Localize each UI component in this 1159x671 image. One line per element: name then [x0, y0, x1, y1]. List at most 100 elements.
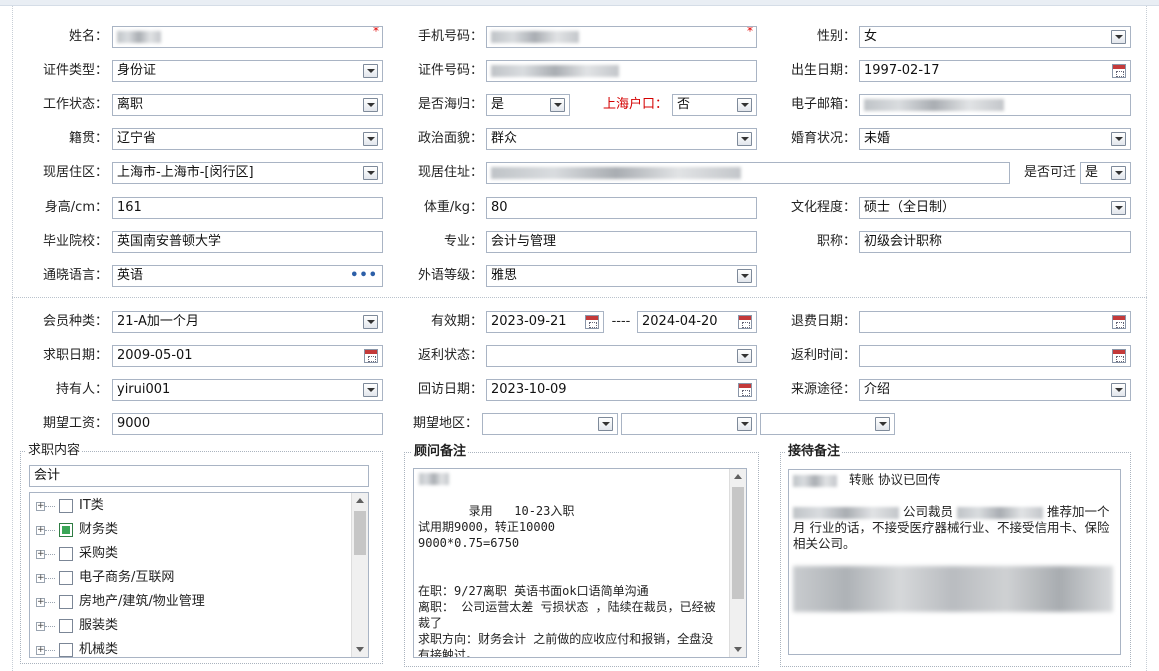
- overseas-select[interactable]: 是: [486, 94, 570, 116]
- chevron-down-icon[interactable]: [363, 166, 378, 180]
- expand-icon[interactable]: +: [36, 550, 45, 559]
- refund-date-field[interactable]: [859, 311, 1131, 333]
- expand-icon[interactable]: +: [36, 574, 45, 583]
- calendar-icon[interactable]: [1112, 64, 1126, 78]
- gender-select[interactable]: 女: [859, 26, 1131, 48]
- chevron-down-icon[interactable]: [737, 269, 752, 283]
- lang-field[interactable]: 英语 •••: [112, 265, 383, 287]
- political-select[interactable]: 群众: [486, 128, 757, 150]
- scroll-up-icon[interactable]: [734, 474, 742, 479]
- langlevel-select[interactable]: 雅思: [486, 265, 757, 287]
- reception-notes-textarea[interactable]: 转账 协议已回传 公司裁员 推荐加一个月 行业的话，不接受医疗器械行业、不接受信…: [788, 469, 1121, 655]
- chevron-down-icon[interactable]: [363, 64, 378, 78]
- member-type-select[interactable]: 21-A加一个月: [112, 311, 383, 333]
- scroll-down-icon[interactable]: [734, 647, 742, 652]
- chevron-down-icon[interactable]: [1111, 132, 1126, 146]
- chevron-down-icon[interactable]: [598, 417, 613, 431]
- more-icon[interactable]: •••: [350, 266, 378, 286]
- relocate-select[interactable]: 是: [1080, 162, 1131, 184]
- marital-select[interactable]: 未婚: [859, 128, 1131, 150]
- region-select-2[interactable]: [621, 413, 757, 435]
- expand-icon[interactable]: +: [36, 598, 45, 607]
- salary-field[interactable]: 9000: [112, 413, 383, 435]
- expand-icon[interactable]: +: [36, 502, 45, 511]
- calendar-icon[interactable]: [364, 349, 378, 363]
- tree-item-machinery[interactable]: + 机械类: [30, 639, 350, 657]
- advisor-notes-textarea[interactable]: 录用 10-23入职 试用期9000，转正10000 9000*0.75=675…: [413, 468, 747, 658]
- tree-item-clothing[interactable]: + 服装类: [30, 615, 350, 637]
- chevron-down-icon[interactable]: [363, 98, 378, 112]
- calendar-icon[interactable]: [1112, 315, 1126, 329]
- phone-field[interactable]: *: [486, 26, 757, 48]
- weight-field[interactable]: 80: [486, 197, 757, 219]
- email-field[interactable]: [859, 94, 1131, 116]
- rebate-time-field[interactable]: [859, 345, 1131, 367]
- chevron-down-icon[interactable]: [363, 383, 378, 397]
- redacted-name: [117, 30, 161, 43]
- valid-from-field[interactable]: 2023-09-21: [486, 311, 604, 333]
- tree-scrollbar[interactable]: [351, 493, 368, 657]
- address-field[interactable]: [486, 162, 1010, 184]
- region-select-1[interactable]: [482, 413, 618, 435]
- checkbox[interactable]: [59, 547, 73, 561]
- native-select[interactable]: 辽宁省: [112, 128, 383, 150]
- checkbox[interactable]: [59, 595, 73, 609]
- major-field[interactable]: 会计与管理: [486, 231, 757, 253]
- expand-icon[interactable]: +: [36, 526, 45, 535]
- checkbox[interactable]: [59, 619, 73, 633]
- job-search-input[interactable]: 会计: [29, 465, 369, 487]
- area-select[interactable]: 上海市-上海市-[闵行区]: [112, 162, 383, 184]
- holder-select[interactable]: yirui001: [112, 379, 383, 401]
- height-field[interactable]: 161: [112, 197, 383, 219]
- chevron-down-icon[interactable]: [875, 417, 890, 431]
- visit-label: 回访日期：: [417, 382, 483, 397]
- scroll-thumb[interactable]: [732, 487, 744, 599]
- scroll-thumb[interactable]: [354, 511, 366, 555]
- shhukou-select[interactable]: 否: [672, 94, 757, 116]
- source-select[interactable]: 介绍: [859, 379, 1131, 401]
- calendar-icon[interactable]: [1112, 349, 1126, 363]
- visit-date-field[interactable]: 2023-10-09: [486, 379, 757, 401]
- jobdate-field[interactable]: 2009-05-01: [112, 345, 383, 367]
- tree-item-purchase[interactable]: + 采购类: [30, 543, 350, 565]
- chevron-down-icon[interactable]: [1111, 201, 1126, 215]
- chevron-down-icon[interactable]: [1111, 383, 1126, 397]
- advisor-notes-scrollbar[interactable]: [729, 469, 746, 657]
- calendar-icon[interactable]: [585, 315, 599, 329]
- idtype-select[interactable]: 身份证: [112, 60, 383, 82]
- chevron-down-icon[interactable]: [550, 98, 565, 112]
- title-field[interactable]: 初级会计职称: [859, 231, 1131, 253]
- checkbox[interactable]: [59, 499, 73, 513]
- expand-icon[interactable]: +: [36, 646, 45, 655]
- school-field[interactable]: 英国南安普顿大学: [112, 231, 383, 253]
- checkbox[interactable]: [59, 643, 73, 657]
- idno-field[interactable]: [486, 60, 757, 82]
- region-select-3[interactable]: [760, 413, 895, 435]
- edu-select[interactable]: 硕士（全日制）: [859, 197, 1131, 219]
- chevron-down-icon[interactable]: [363, 315, 378, 329]
- expand-icon[interactable]: +: [36, 622, 45, 631]
- chevron-down-icon[interactable]: [737, 98, 752, 112]
- checkbox[interactable]: [59, 571, 73, 585]
- rebate-status-select[interactable]: [486, 345, 757, 367]
- tree-item-realestate[interactable]: + 房地产/建筑/物业管理: [30, 591, 350, 613]
- calendar-icon[interactable]: [738, 315, 752, 329]
- tree-item-finance[interactable]: + 财务类: [30, 519, 350, 541]
- scroll-up-icon[interactable]: [356, 498, 364, 503]
- chevron-down-icon[interactable]: [737, 132, 752, 146]
- tree-item-it[interactable]: + IT类: [30, 495, 350, 517]
- chevron-down-icon[interactable]: [1111, 30, 1126, 44]
- chevron-down-icon[interactable]: [363, 132, 378, 146]
- tree-item-ecommerce[interactable]: + 电子商务/互联网: [30, 567, 350, 589]
- job-category-tree[interactable]: + IT类 + 财务类 + 采购类 + 电子商务/互联网 + 房地产/建筑/物业…: [29, 492, 369, 658]
- name-field[interactable]: *: [112, 26, 383, 48]
- chevron-down-icon[interactable]: [737, 349, 752, 363]
- chevron-down-icon[interactable]: [1111, 166, 1126, 180]
- chevron-down-icon[interactable]: [737, 417, 752, 431]
- scroll-down-icon[interactable]: [356, 647, 364, 652]
- workstatus-select[interactable]: 离职: [112, 94, 383, 116]
- birth-date-field[interactable]: 1997-02-17: [859, 60, 1131, 82]
- calendar-icon[interactable]: [738, 383, 752, 397]
- valid-to-field[interactable]: 2024-04-20: [637, 311, 757, 333]
- checkbox-checked[interactable]: [59, 523, 73, 537]
